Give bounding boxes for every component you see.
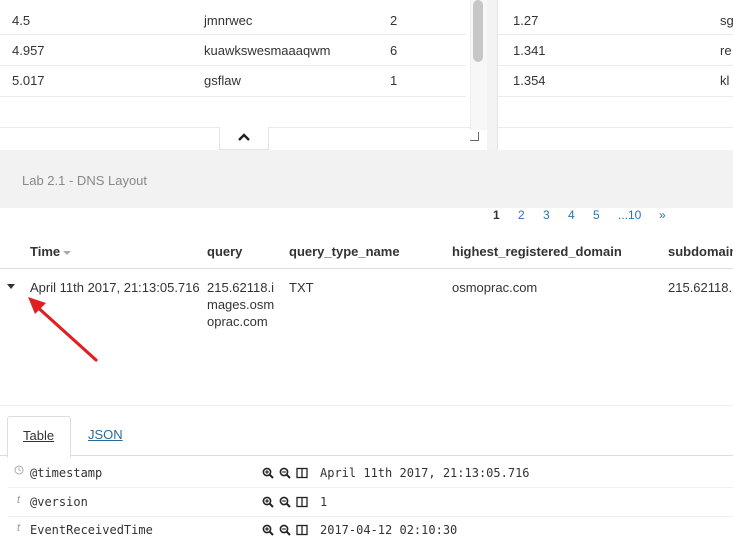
table-cell: 6 xyxy=(390,43,398,58)
table-cell: kl xyxy=(720,73,730,88)
clock-icon xyxy=(14,465,24,478)
field-actions xyxy=(262,494,313,508)
toggle-column-icon[interactable] xyxy=(296,467,308,479)
pagination-page-link[interactable]: 4 xyxy=(568,208,575,222)
query-line: oprac.com xyxy=(207,314,268,329)
row-divider xyxy=(0,34,466,35)
toggle-column-icon[interactable] xyxy=(296,524,308,536)
field-value: 2017-04-12 02:10:30 xyxy=(320,523,458,537)
pagination-next-link[interactable]: » xyxy=(659,208,666,222)
pagination-page-link[interactable]: 5 xyxy=(593,208,600,222)
column-header-query-type-name[interactable]: query_type_name xyxy=(289,244,400,259)
table-cell: re xyxy=(720,43,732,58)
table-header-divider xyxy=(0,268,733,269)
zoom-out-filter-icon[interactable] xyxy=(279,524,291,536)
doc-field-row: @timestamp April 11th 2017, 21:13:05.716 xyxy=(0,460,733,488)
panel-gap xyxy=(487,0,497,150)
result-query-type-cell: TXT xyxy=(289,280,314,295)
row-divider xyxy=(0,96,466,97)
table-cell: 4.5 xyxy=(12,13,31,28)
table-cell: 1 xyxy=(390,73,398,88)
column-header-time[interactable]: Time xyxy=(30,244,72,259)
pagination-page-link[interactable]: 3 xyxy=(543,208,550,222)
zoom-in-filter-icon[interactable] xyxy=(262,467,274,479)
column-header-highest-registered-domain[interactable]: highest_registered_domain xyxy=(452,244,622,259)
table-cell: gsflaw xyxy=(204,73,241,88)
field-value: April 11th 2017, 21:13:05.716 xyxy=(320,466,530,480)
table-cell: 5.017 xyxy=(12,73,45,88)
field-actions xyxy=(262,522,313,536)
collapse-chevron-up-button[interactable] xyxy=(219,126,269,150)
zoom-out-filter-icon[interactable] xyxy=(279,467,291,479)
doc-field-row: t @version 1 xyxy=(0,489,733,517)
row-divider xyxy=(498,96,733,97)
chevron-up-icon xyxy=(238,133,250,141)
red-annotation-arrow-icon xyxy=(28,297,98,362)
row-divider xyxy=(8,487,733,488)
top-right-table-panel: 1.27 sg 1.341 re 1.354 kl xyxy=(497,0,733,151)
row-divider xyxy=(0,65,466,66)
saved-search-title: Lab 2.1 - DNS Layout xyxy=(22,173,148,188)
toggle-column-icon[interactable] xyxy=(296,496,308,508)
zoom-out-filter-icon[interactable] xyxy=(279,496,291,508)
pagination-page-link[interactable]: 2 xyxy=(518,208,525,222)
table-scrollbar-thumb[interactable] xyxy=(473,0,483,62)
pagination-page-link[interactable]: ...10 xyxy=(618,208,641,222)
query-line: mages.osm xyxy=(207,297,275,312)
table-cell: 1.341 xyxy=(513,43,546,58)
table-cell: sg xyxy=(720,13,733,28)
tab-table[interactable]: Table xyxy=(7,416,71,458)
tab-json[interactable]: JSON xyxy=(88,427,123,442)
table-cell: 1.354 xyxy=(513,73,546,88)
query-line: 215.62118.i xyxy=(207,280,274,295)
result-domain-cell: osmoprac.com xyxy=(452,280,538,295)
doc-field-row: t EventReceivedTime 2017-04-12 02:10:30 xyxy=(0,517,733,545)
table-bottom-border xyxy=(498,127,733,128)
field-name: @version xyxy=(30,495,88,509)
table-cell: kuawkswesmaaaqwm xyxy=(204,43,331,58)
field-name: EventReceivedTime xyxy=(30,523,153,537)
sort-down-icon[interactable] xyxy=(63,250,72,255)
table-cell: jmnrwec xyxy=(204,13,253,28)
field-name: @timestamp xyxy=(30,466,103,480)
zoom-in-filter-icon[interactable] xyxy=(262,524,274,536)
expand-row-caret-icon[interactable] xyxy=(7,284,15,289)
result-query-cell: 215.62118.i mages.osm oprac.com xyxy=(207,279,274,330)
table-cell: 4.957 xyxy=(12,43,45,58)
table-cell: 2 xyxy=(390,13,398,28)
column-header-subdomain[interactable]: subdomain xyxy=(668,244,733,259)
string-type-icon: t xyxy=(17,522,21,534)
resize-handle-icon[interactable] xyxy=(470,132,479,141)
row-divider xyxy=(498,65,733,66)
field-value: 1 xyxy=(320,495,328,509)
row-divider xyxy=(498,34,733,35)
zoom-in-filter-icon[interactable] xyxy=(262,496,274,508)
result-subdomain-cell: 215.62118.i xyxy=(668,280,733,295)
tabs-baseline xyxy=(0,455,733,456)
string-type-icon: t xyxy=(17,494,21,506)
pagination-page-current[interactable]: 1 xyxy=(493,208,500,222)
column-header-label: Time xyxy=(30,244,61,259)
column-header-query[interactable]: query xyxy=(207,244,242,259)
table-cell: 1.27 xyxy=(513,13,539,28)
tab-table-label: Table xyxy=(23,428,55,443)
field-actions xyxy=(262,465,313,479)
detail-divider xyxy=(0,405,733,406)
